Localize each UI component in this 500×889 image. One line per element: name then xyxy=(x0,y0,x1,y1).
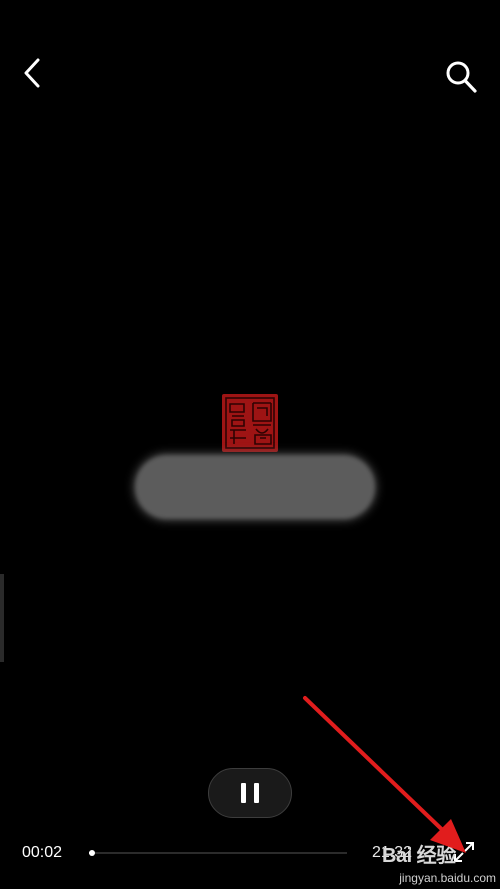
baidu-jingyan-watermark: Bai 经验 jingyan.baidu.com xyxy=(382,835,500,885)
watermark-logo: Bai 经验 xyxy=(382,845,456,867)
watermark-url: jingyan.baidu.com xyxy=(399,871,496,885)
seal-stamp-image xyxy=(222,394,278,452)
search-icon xyxy=(446,61,477,93)
back-button[interactable] xyxy=(18,56,48,90)
blurred-video-object xyxy=(135,455,375,519)
seek-bar-thumb[interactable] xyxy=(88,850,95,856)
seek-bar[interactable] xyxy=(88,850,347,856)
current-time: 00:02 xyxy=(22,844,63,861)
side-drag-handle[interactable] xyxy=(0,574,4,662)
pause-button[interactable] xyxy=(208,768,292,818)
pause-icon xyxy=(237,783,263,803)
chevron-left-icon xyxy=(24,58,40,88)
search-button[interactable] xyxy=(444,58,478,94)
